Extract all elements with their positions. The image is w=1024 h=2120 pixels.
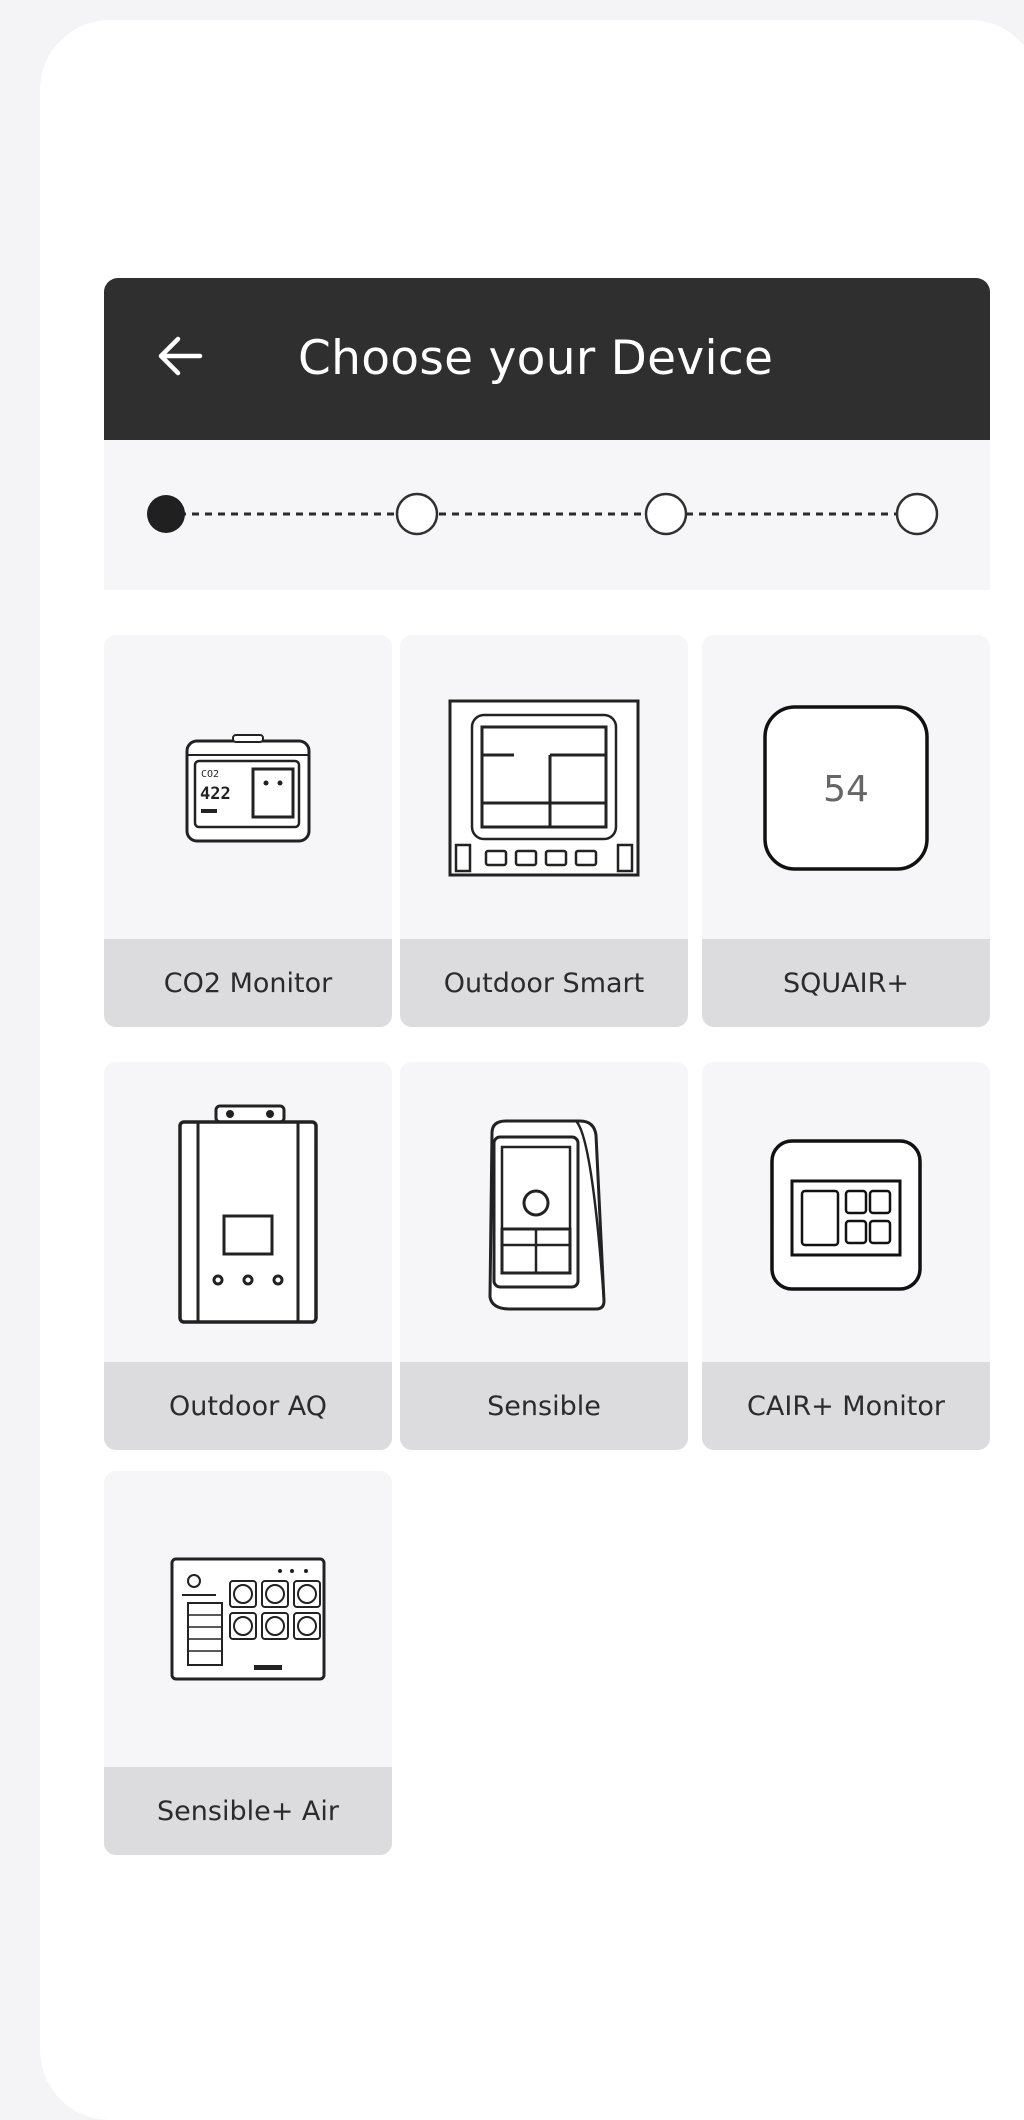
device-label: Outdoor Smart: [400, 939, 688, 1027]
device-label: Outdoor AQ: [104, 1362, 392, 1450]
device-card-sensible-plus-air[interactable]: Sensible+ Air: [104, 1471, 392, 1855]
device-label: CAIR+ Monitor: [702, 1362, 990, 1450]
device-card-outdoor-smart[interactable]: Outdoor Smart: [400, 635, 688, 1027]
arrow-left-icon: [158, 336, 203, 376]
back-button[interactable]: [148, 324, 212, 388]
device-label: Sensible: [400, 1362, 688, 1450]
sensible-plus-air-icon: [170, 1557, 326, 1681]
sensible-icon: [488, 1119, 606, 1311]
outdoor-aq-icon: [178, 1104, 318, 1324]
device-card-co2-monitor[interactable]: CO2 422 CO2 Monitor: [104, 635, 392, 1027]
device-card-squair[interactable]: 54 SQUAIR+: [702, 635, 990, 1027]
device-grid: CO2 422 CO2 Monitor Outdoor Smart 54 SQU…: [104, 635, 990, 1855]
co2-screen-reading: 422: [200, 784, 231, 804]
cair-monitor-icon: [770, 1139, 922, 1291]
device-label: CO2 Monitor: [104, 939, 392, 1027]
device-card-cair-monitor[interactable]: CAIR+ Monitor: [702, 1062, 990, 1450]
page-title: Choose your Device: [298, 331, 774, 386]
device-card-sensible[interactable]: Sensible: [400, 1062, 688, 1450]
device-card-outdoor-aq[interactable]: Outdoor AQ: [104, 1062, 392, 1450]
progress-stepper: [104, 440, 990, 590]
outdoor-smart-icon: [448, 699, 640, 877]
step-2: [395, 492, 439, 536]
step-3: [644, 492, 688, 536]
co2-monitor-icon: CO2 422: [185, 734, 311, 843]
squair-icon: 54: [763, 705, 929, 871]
app-header: Choose your Device: [104, 278, 990, 440]
device-label: Sensible+ Air: [104, 1767, 392, 1855]
device-label: SQUAIR+: [702, 939, 990, 1027]
step-4: [895, 492, 939, 536]
co2-screen-unit: CO2: [201, 769, 219, 780]
step-1-active: [147, 495, 185, 533]
squair-display-value: 54: [823, 769, 869, 810]
